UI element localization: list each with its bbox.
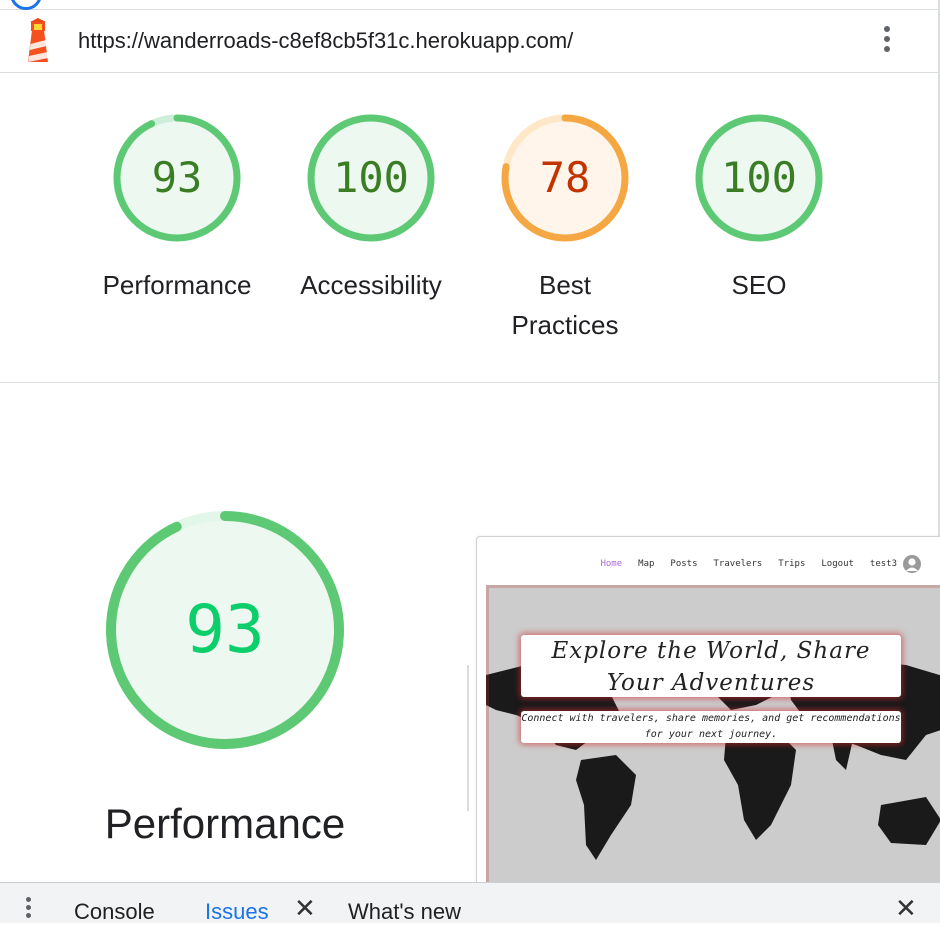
- category-gauges: 93 Performance 100 Accessibility 78 Best…: [0, 73, 938, 383]
- tab-whats-new[interactable]: What's new: [348, 899, 461, 925]
- hero-title-line: Your Adventures: [606, 670, 816, 696]
- site-navbar: Home Map Posts Travelers Trips Logout test3: [477, 537, 940, 585]
- hero-banner: Explore the World, Share Your Adventures…: [486, 585, 940, 885]
- gauge-label: Best Practices: [475, 265, 655, 345]
- gauge-score: 78: [539, 153, 591, 202]
- hero-title: Explore the World, Share Your Adventures: [521, 635, 901, 697]
- final-screenshot-thumbnail[interactable]: Home Map Posts Travelers Trips Logout test3: [476, 536, 940, 888]
- site-nav-travelers[interactable]: Travelers: [714, 559, 763, 569]
- kebab-menu-icon[interactable]: [874, 23, 900, 59]
- divider: [467, 665, 469, 811]
- gauge-label-line: Best: [538, 270, 592, 300]
- gauge-label-line: Practices: [511, 310, 619, 340]
- performance-score-large: 93: [185, 591, 265, 668]
- hero-subtitle-line: Connect with travelers, share memories, …: [521, 713, 901, 724]
- gauge-label: Performance: [102, 270, 252, 300]
- gauge-performance[interactable]: 93 Performance: [87, 113, 267, 305]
- hero-subtitle: Connect with travelers, share memories, …: [521, 711, 901, 743]
- report-url-bar: https://wanderroads-c8ef8cb5f31c.herokua…: [0, 10, 938, 73]
- devtools-inspect-icon[interactable]: [10, 0, 42, 10]
- gauge-score: 93: [151, 153, 203, 202]
- tab-issues[interactable]: Issues: [205, 899, 269, 925]
- gauge-accessibility[interactable]: 100 Accessibility: [281, 113, 461, 305]
- site-nav-links: Home Map Posts Travelers Trips Logout test3: [584, 559, 897, 569]
- site-nav-home[interactable]: Home: [600, 559, 622, 569]
- vertical-dots-icon[interactable]: [26, 897, 34, 921]
- report-url: https://wanderroads-c8ef8cb5f31c.herokua…: [78, 28, 574, 53]
- site-nav-logout[interactable]: Logout: [821, 559, 854, 569]
- close-icon[interactable]: ✕: [895, 895, 917, 921]
- lighthouse-icon: [28, 18, 48, 62]
- site-nav-trips[interactable]: Trips: [778, 559, 805, 569]
- avatar-icon[interactable]: [903, 555, 921, 573]
- site-nav-user[interactable]: test3: [870, 559, 897, 569]
- tab-console[interactable]: Console: [74, 899, 155, 925]
- gauge-score: 100: [333, 153, 409, 202]
- performance-label-large: Performance: [104, 800, 346, 847]
- browser-top-edge: [0, 0, 940, 10]
- gauge-seo[interactable]: 100 SEO: [669, 113, 849, 305]
- gauge-label: SEO: [731, 270, 787, 300]
- close-issues-tab-icon[interactable]: ✕: [294, 895, 316, 921]
- site-nav-posts[interactable]: Posts: [670, 559, 697, 569]
- devtools-drawer-tabs: Console Issues ✕ What's new ✕: [0, 882, 940, 925]
- gauge-score: 100: [721, 153, 797, 202]
- hero-subtitle-line: for your next journey.: [644, 729, 778, 740]
- site-nav-map[interactable]: Map: [638, 559, 654, 569]
- gauge-best-practices[interactable]: 78 Best Practices: [475, 113, 655, 345]
- gauge-label: Accessibility: [300, 270, 442, 300]
- hero-title-line: Explore the World, Share: [551, 638, 871, 664]
